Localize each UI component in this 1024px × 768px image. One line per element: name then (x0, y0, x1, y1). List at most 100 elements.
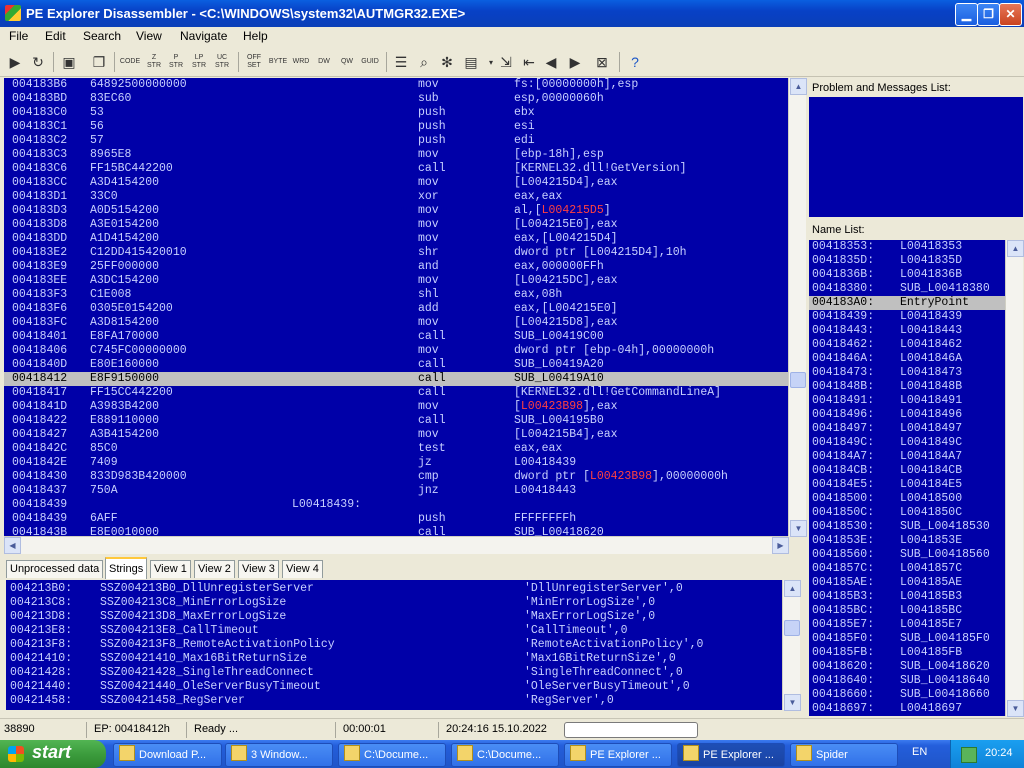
disasm-row[interactable]: 00418401 E8FA170000 call SUB_L00419C00 (4, 330, 788, 344)
name-list-item[interactable]: 00418497: L00418497 (809, 422, 1005, 436)
disasm-row[interactable]: 00418427 A3B4154200 mov [L004215B4],eax (4, 428, 788, 442)
disassembly-view[interactable]: 004183B6 64892500000000 mov fs:[00000000h],… (4, 78, 788, 536)
name-list-item[interactable]: 00418473: L00418473 (809, 366, 1005, 380)
name-list-item[interactable]: 004185BC: L004185BC (809, 604, 1005, 618)
disasm-row[interactable]: 00418430 833D983B420000 cmp dword ptr [L004… (4, 470, 788, 484)
close-button[interactable]: ✕ (999, 3, 1022, 26)
disasm-row[interactable]: 00418406 C745FC00000000 mov dword ptr [ebp-… (4, 344, 788, 358)
guid-button[interactable]: GUID (360, 52, 380, 72)
disasm-row[interactable]: 004183FC A3D8154200 mov [L004215D8],eax (4, 316, 788, 330)
disasm-row[interactable]: 004183D1 33C0 xor eax,eax (4, 190, 788, 204)
disasm-row[interactable]: 00418417 FF15CC442200 call [KERNEL32.dll!Ge… (4, 386, 788, 400)
copy-icon[interactable]: ❐ (90, 53, 108, 71)
disasm-row[interactable]: 004183C6 FF15BC442200 call [KERNEL32.dll!Ge… (4, 162, 788, 176)
name-list-item[interactable]: 004184A7: L004184A7 (809, 450, 1005, 464)
tab-unprocessed-data[interactable]: Unprocessed data (6, 560, 104, 578)
strings-view[interactable]: 004213B0: SSZ004213B0_DllUnregisterServer… (6, 580, 782, 710)
task-7zip-2[interactable]: C:\Docume... (451, 743, 559, 767)
string-row[interactable]: 004213C8: SSZ004213C8_MinErrorLogSize 'Min… (6, 596, 782, 610)
task-pe-explorer-1[interactable]: PE Explorer ... (564, 743, 672, 767)
name-list-item[interactable]: 0041850C: L0041850C (809, 506, 1005, 520)
names-vscrollbar[interactable]: ▲ ▼ (1005, 240, 1024, 717)
word-button[interactable]: WRD (291, 52, 311, 72)
disasm-row[interactable]: 00418439 6AFF push FFFFFFFFh (4, 512, 788, 526)
menu-search[interactable]: Search (83, 29, 121, 43)
dword-button[interactable]: DW (314, 52, 334, 72)
name-list-item[interactable]: 0041848B: L0041848B (809, 380, 1005, 394)
name-list-item[interactable]: 004185B3: L004185B3 (809, 590, 1005, 604)
disasm-row[interactable]: 004183D3 A0D5154200 mov al,[L004215D5] (4, 204, 788, 218)
string-row[interactable]: 004213B0: SSZ004213B0_DllUnregisterServer… (6, 582, 782, 596)
lpstr-button[interactable]: LP STR (189, 52, 209, 72)
name-list-item[interactable]: 004185E7: L004185E7 (809, 618, 1005, 632)
task-windows[interactable]: 3 Window... (225, 743, 333, 767)
ucstr-button[interactable]: UC STR (212, 52, 232, 72)
save-icon[interactable]: ▣ (60, 53, 78, 71)
name-list-item[interactable]: 004183A0: EntryPoint (809, 296, 1005, 310)
name-list-item[interactable]: 00418491: L00418491 (809, 394, 1005, 408)
name-list-item[interactable]: 0041846A: L0041846A (809, 352, 1005, 366)
tab-strings[interactable]: Strings (105, 557, 148, 579)
menu-help[interactable]: Help (243, 29, 268, 43)
disasm-row[interactable]: 00418422 E889110000 call SUB_L004195B0 (4, 414, 788, 428)
name-list-item[interactable]: 0041853E: L0041853E (809, 534, 1005, 548)
offset-button[interactable]: OFF SET (244, 52, 264, 72)
name-list-item[interactable]: 0041857C: L0041857C (809, 562, 1005, 576)
name-list-item[interactable]: 00418462: L00418462 (809, 338, 1005, 352)
disasm-row[interactable]: 00418439 L00418439: (4, 498, 788, 512)
pstr-button[interactable]: P STR (166, 52, 186, 72)
disasm-row[interactable]: 004183C3 8965E8 mov [ebp-18h],esp (4, 148, 788, 162)
disassembly-vscrollbar[interactable]: ▲ ▼ (788, 78, 807, 537)
name-list-item[interactable]: 00418697: L00418697 (809, 702, 1005, 716)
strings-vscrollbar[interactable]: ▲ ▼ (782, 580, 801, 711)
disasm-row[interactable]: 0041842E 7409 jz L00418439 (4, 456, 788, 470)
string-row[interactable]: 004213F8: SSZ004213F8_RemoteActivationPol… (6, 638, 782, 652)
disasm-row[interactable]: 004183D8 A3E0154200 mov [L004215E0],eax (4, 218, 788, 232)
name-list-item[interactable]: 00418443: L00418443 (809, 324, 1005, 338)
qword-button[interactable]: QW (337, 52, 357, 72)
tab-view-2[interactable]: View 2 (194, 560, 235, 578)
disasm-row[interactable]: 004183F6 0305E0154200 add eax,[L004215E0] (4, 302, 788, 316)
disasm-row[interactable]: 0041843B E8E0010000 call SUB_L00418620 (4, 526, 788, 536)
disasm-row[interactable]: 004183BD 83EC60 sub esp,00000060h (4, 92, 788, 106)
disasm-row[interactable]: 004183B6 64892500000000 mov fs:[00000000h],… (4, 78, 788, 92)
name-list-item[interactable]: 00418660: SUB_L00418660 (809, 688, 1005, 702)
code-button[interactable]: CODE (120, 52, 140, 72)
bookmark-icon[interactable]: ⇤ (520, 53, 538, 71)
name-list-item[interactable]: 00418530: SUB_L00418530 (809, 520, 1005, 534)
name-list-item[interactable]: 004185FB: L004185FB (809, 646, 1005, 660)
disasm-row[interactable]: 0041842C 85C0 test eax,eax (4, 442, 788, 456)
disasm-row[interactable]: 004183C2 57 push edi (4, 134, 788, 148)
close-view-icon[interactable]: ⊠ (593, 53, 611, 71)
name-list-item[interactable]: 0041835D: L0041835D (809, 254, 1005, 268)
zstr-button[interactable]: Z STR (144, 52, 164, 72)
byte-button[interactable]: BYTE (268, 52, 288, 72)
options-icon[interactable]: ▤ (462, 53, 480, 71)
string-row[interactable]: 004213D8: SSZ004213D8_MaxErrorLogSize 'Max… (6, 610, 782, 624)
name-list-item[interactable]: 004185AE: L004185AE (809, 576, 1005, 590)
language-indicator[interactable]: EN (912, 746, 927, 758)
disasm-row[interactable]: 004183DD A1D4154200 mov eax,[L004215D4] (4, 232, 788, 246)
task-7zip-1[interactable]: C:\Docume... (338, 743, 446, 767)
name-list-item[interactable]: 00418496: L00418496 (809, 408, 1005, 422)
refresh-icon[interactable]: ↻ (29, 53, 47, 71)
menu-navigate[interactable]: Navigate (180, 29, 227, 43)
disasm-row[interactable]: 004183EE A3DC154200 mov [L004215DC],eax (4, 274, 788, 288)
disasm-row[interactable]: 004183C0 53 push ebx (4, 106, 788, 120)
string-row[interactable]: 00421458: SSZ00421458_RegServer 'RegServer… (6, 694, 782, 708)
string-row[interactable]: 004213E8: SSZ004213E8_CallTimeout 'CallTim… (6, 624, 782, 638)
step-icon[interactable]: ▶ (6, 53, 24, 71)
name-list[interactable]: 00418353: L00418353 0041835D: L0041835D 0041… (809, 240, 1005, 716)
menu-file[interactable]: File (9, 29, 28, 43)
name-list-item[interactable]: 004184CB: L004184CB (809, 464, 1005, 478)
name-list-item[interactable]: 004185F0: SUB_L004185F0 (809, 632, 1005, 646)
string-row[interactable]: 00421410: SSZ00421410_Max16BitReturnSize '… (6, 652, 782, 666)
tab-view-1[interactable]: View 1 (150, 560, 191, 578)
disasm-row[interactable]: 0041840D E80E160000 call SUB_L00419A20 (4, 358, 788, 372)
name-list-item[interactable]: 00418353: L00418353 (809, 240, 1005, 254)
task-spider[interactable]: Spider (790, 743, 898, 767)
goto-icon[interactable]: ⇲ (497, 53, 515, 71)
name-list-item[interactable]: 00418620: SUB_L00418620 (809, 660, 1005, 674)
task-pe-explorer-2[interactable]: PE Explorer ... (677, 743, 785, 767)
network-icon[interactable] (961, 747, 977, 763)
